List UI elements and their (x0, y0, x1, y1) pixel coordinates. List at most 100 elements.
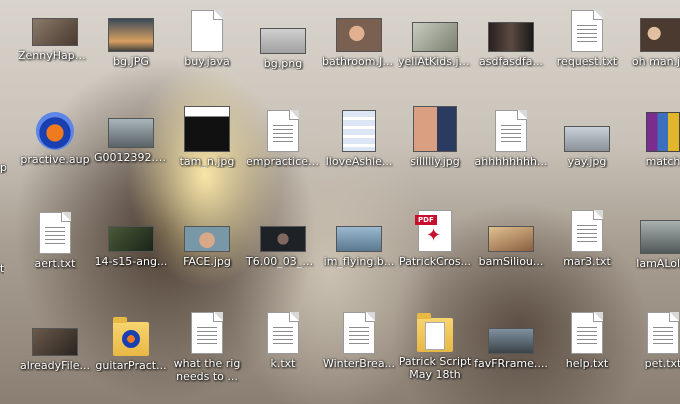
image-thumbnail (260, 226, 306, 252)
audacity-icon (36, 112, 74, 150)
icon-label: Patrick Script May 18th (398, 355, 472, 381)
icon-label: guitarPract... (95, 359, 167, 372)
icon-label: G0012392.JPG (94, 151, 168, 164)
icon-label: pet.txt (644, 357, 680, 370)
desktop-icon-image[interactable]: ZennyHapp... (18, 18, 92, 62)
text-file-icon (495, 110, 527, 152)
desktop-icon-document[interactable]: help.txt (550, 312, 624, 370)
pdf-tag: PDF (415, 215, 437, 225)
desktop-icon-image[interactable]: bathroom.JPG (322, 18, 396, 68)
icon-label: what the rig needs to ... (173, 357, 241, 383)
document-icon (425, 322, 445, 350)
icon-label: T6.00_03_04... (246, 255, 320, 268)
icon-label: yay.jpg (567, 155, 607, 168)
desktop-icon-document[interactable]: request.txt (550, 10, 624, 68)
desktop-icon-image[interactable]: bamSiliou... (474, 226, 548, 268)
desktop-icon-image[interactable]: favFRrame.... (474, 328, 548, 370)
image-thumbnail (260, 28, 306, 54)
desktop-icon-document[interactable]: empractice.... (246, 110, 320, 168)
text-file-icon (267, 110, 299, 152)
icon-label: alreadyFile... (20, 359, 90, 372)
image-thumbnail (108, 18, 154, 52)
desktop-icon-document[interactable]: what the rig needs to ... (170, 312, 244, 383)
desktop-icon-folder[interactable]: guitarPract... (94, 317, 168, 372)
image-thumbnail (32, 18, 78, 46)
desktop-icon-image[interactable]: IloveAshle... (322, 110, 396, 168)
document-icon (191, 10, 223, 52)
desktop-icon-image[interactable]: im_flying.b... (322, 226, 396, 268)
desktop-icon-image[interactable]: yay.jpg (550, 126, 624, 168)
desktop-icon-image[interactable]: IamALolle (626, 220, 680, 270)
icon-label: 14-s15-ang... (94, 255, 168, 268)
desktop-icon-document[interactable]: pet.txt (626, 312, 680, 370)
desktop-icon-image[interactable]: yellAtKids.jpg (398, 22, 472, 68)
winrar-icon (646, 112, 680, 152)
icon-label: mar3.txt (563, 255, 611, 268)
icon-label: bg.JPG (113, 55, 149, 68)
desktop-icon-document[interactable]: aert.txt (18, 212, 92, 270)
text-file-icon (267, 312, 299, 354)
desktop-icon-audacity-project[interactable]: practive.aup (18, 112, 92, 166)
text-file-icon (191, 312, 223, 354)
desktop-icon-document[interactable]: mar3.txt (550, 210, 624, 268)
edge-label: t (0, 262, 5, 275)
icon-label: IloveAshle... (325, 155, 393, 168)
audacity-icon (122, 330, 140, 348)
icon-label: bamSiliou... (478, 255, 544, 268)
icon-label: request.txt (556, 55, 618, 68)
desktop-icon-image[interactable]: bg.JPG (94, 18, 168, 68)
image-thumbnail (342, 110, 376, 152)
acrobat-logo-icon: ✦ (426, 225, 442, 246)
icon-label: tam_n.jpg (179, 155, 235, 168)
desktop-icon-image[interactable]: tam_n.jpg (170, 106, 244, 168)
desktop-icon-document[interactable]: ahhhhhhhh... (474, 110, 548, 168)
icon-label: WinterBrea... (322, 357, 396, 370)
image-thumbnail (640, 220, 680, 254)
desktop-icon-folder[interactable]: Patrick Script May 18th (398, 313, 472, 381)
icon-label: PatrickCros... (398, 255, 472, 268)
desktop-icon-image[interactable]: 14-s15-ang... (94, 226, 168, 268)
icon-label: favFRrame.... (474, 357, 548, 370)
text-file-icon (647, 312, 679, 354)
icon-label: match (645, 155, 680, 168)
desktop-icon-document[interactable]: k.txt (246, 312, 320, 370)
desktop-icon-image[interactable]: FACE.jpg (170, 226, 244, 268)
image-thumbnail (184, 106, 230, 152)
icon-label: k.txt (270, 357, 296, 370)
desktop-icon-image[interactable]: sillllly.jpg (398, 106, 472, 168)
icon-label: oh man.jpg (631, 55, 680, 68)
icon-label: help.txt (565, 357, 609, 370)
desktop-icon-image[interactable]: oh man.jpg (626, 18, 680, 68)
desktop-icon-image[interactable]: bg.png (246, 28, 320, 70)
desktop-icon-document[interactable]: WinterBrea... (322, 312, 396, 370)
image-thumbnail (108, 118, 154, 148)
icon-label: buy.java (184, 55, 230, 68)
icon-label: ZennyHapp... (18, 49, 92, 62)
image-thumbnail (336, 226, 382, 252)
desktop-icon-image[interactable]: G0012392.JPG (94, 118, 168, 164)
text-file-icon (571, 312, 603, 354)
icon-label: im_flying.b... (323, 255, 395, 268)
desktop-icon-pdf[interactable]: PDF ✦ PatrickCros... (398, 210, 472, 268)
image-thumbnail (564, 126, 610, 152)
desktop-icon-image[interactable]: asdfasdfa... (474, 22, 548, 68)
image-thumbnail (640, 18, 680, 52)
image-thumbnail (336, 18, 382, 52)
folder-icon (113, 317, 149, 356)
icon-label: ahhhhhhhh... (474, 155, 548, 168)
icon-label: practive.aup (20, 153, 90, 166)
text-file-icon (571, 210, 603, 252)
icon-label: bg.png (263, 57, 303, 70)
icon-label: sillllly.jpg (410, 155, 460, 168)
icon-label: yellAtKids.jpg (398, 55, 472, 68)
desktop-icon-image[interactable]: alreadyFile... (18, 328, 92, 372)
pdf-icon: PDF ✦ (415, 210, 452, 252)
image-thumbnail (413, 106, 457, 152)
image-thumbnail (184, 226, 230, 252)
image-thumbnail (488, 22, 534, 52)
text-file-icon (571, 10, 603, 52)
desktop-icon-archive[interactable]: match (626, 112, 680, 168)
desktop-icon-document[interactable]: buy.java (170, 10, 244, 68)
desktop-icon-image[interactable]: T6.00_03_04... (246, 226, 320, 268)
image-thumbnail (32, 328, 78, 356)
